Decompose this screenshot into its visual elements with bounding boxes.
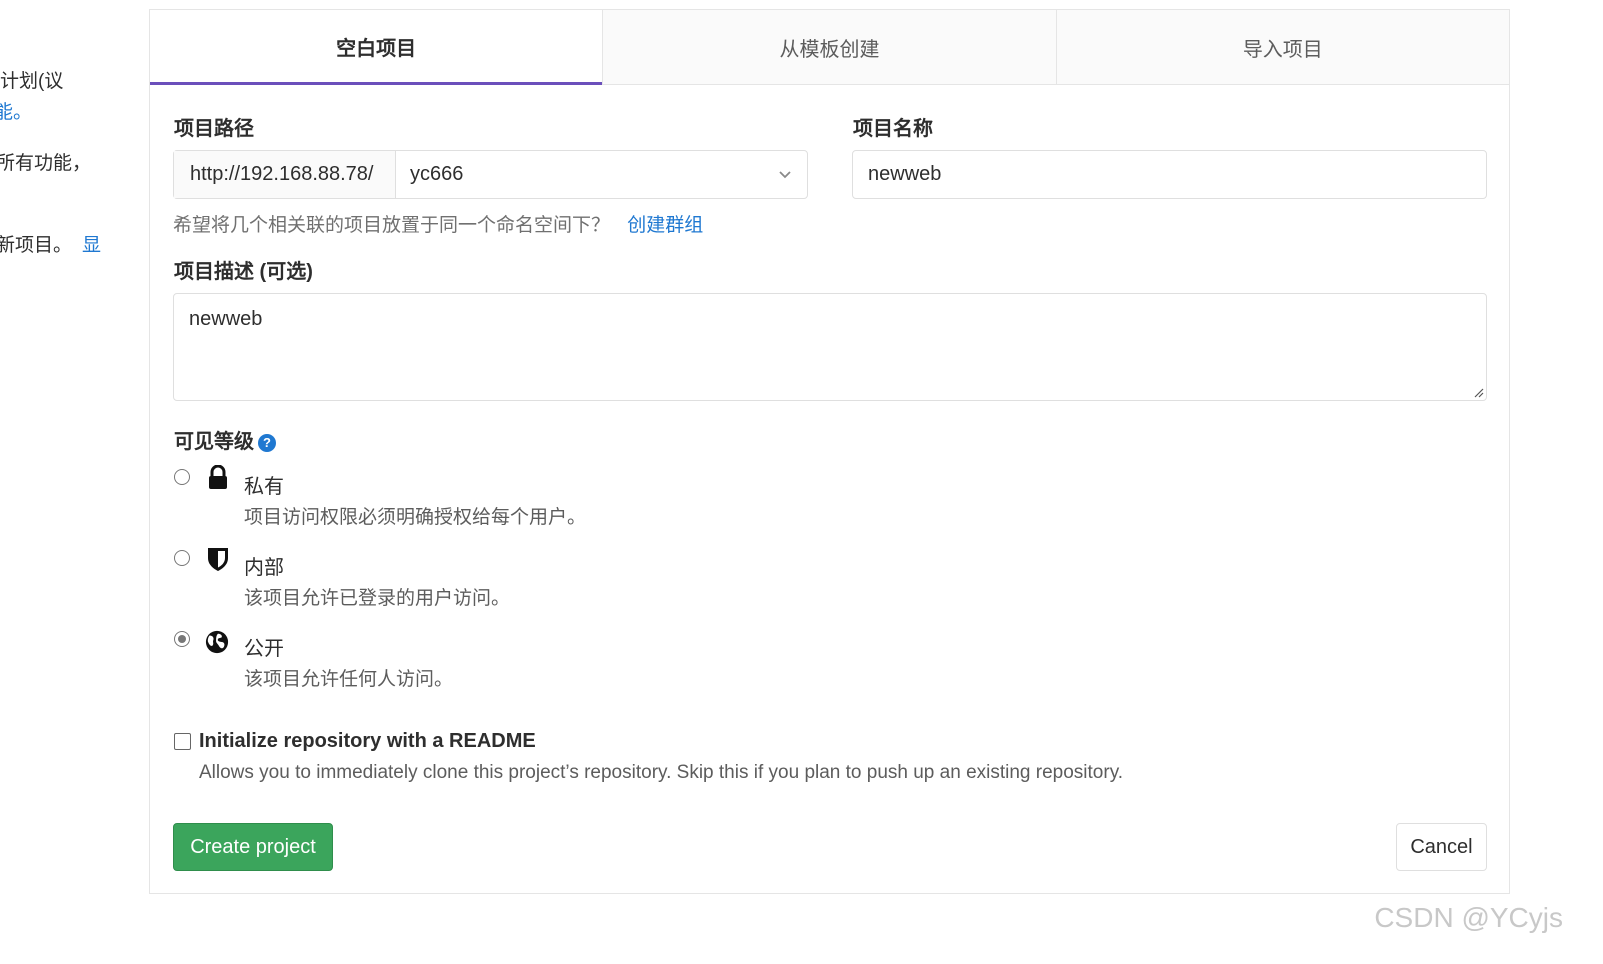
create-group-link[interactable]: 创建群组: [627, 215, 703, 236]
path-prefix: http://192.168.88.78/: [174, 151, 396, 198]
new-project-panel: 空白项目 从模板创建 导入项目 项目路径 项目名称 http://192.168…: [149, 9, 1510, 894]
globe-icon: [205, 630, 229, 654]
sidebar-text-1: 计划(议: [0, 71, 64, 92]
create-project-button[interactable]: Create project: [173, 823, 333, 871]
project-description-textarea[interactable]: newweb: [173, 293, 1487, 401]
visibility-public-desc: 该项目允许任何人访问。: [244, 669, 454, 690]
resize-handle-icon[interactable]: [1472, 386, 1484, 398]
visibility-public-radio[interactable]: [174, 631, 190, 647]
shield-icon: [208, 548, 228, 571]
visibility-public-title: 公开: [244, 638, 284, 660]
lock-icon: [209, 465, 227, 489]
visibility-private-radio[interactable]: [174, 469, 190, 485]
sidebar-text-4: 新项目。: [0, 235, 73, 256]
readme-checkbox[interactable]: [174, 733, 191, 750]
visibility-internal-desc: 该项目允许已登录的用户访问。: [244, 588, 511, 609]
visibility-private-title: 私有: [244, 476, 284, 498]
project-name-label: 项目名称: [853, 118, 933, 140]
visibility-internal-radio[interactable]: [174, 550, 190, 566]
group-help-label: 希望将几个相关联的项目放置于同一个命名空间下？: [173, 215, 611, 236]
project-name-value: newweb: [868, 163, 942, 185]
readme-label[interactable]: Initialize repository with a README: [199, 730, 536, 753]
project-description-value: newweb: [189, 308, 263, 330]
tab-blank-project[interactable]: 空白项目: [150, 10, 603, 85]
namespace-select[interactable]: yc666: [396, 151, 807, 198]
project-tabs: 空白项目 从模板创建 导入项目: [150, 10, 1509, 85]
project-name-input[interactable]: newweb: [852, 150, 1487, 199]
sidebar-text-2: 能。: [0, 102, 33, 123]
watermark: CSDN @YCyjs: [1374, 902, 1563, 933]
namespace-value: yc666: [410, 163, 464, 185]
project-path-label: 项目路径: [174, 118, 254, 140]
help-question-icon[interactable]: ?: [258, 434, 276, 452]
visibility-label-text: 可见等级: [174, 431, 254, 453]
visibility-private-desc: 项目访问权限必须明确授权给每个用户。: [244, 507, 587, 528]
sidebar-text-3: 所有功能，: [0, 153, 92, 174]
project-path-group: http://192.168.88.78/ yc666: [173, 150, 808, 199]
chevron-down-icon: [779, 171, 791, 179]
project-description-label: 项目描述 (可选): [174, 261, 313, 283]
tab-from-template[interactable]: 从模板创建: [602, 10, 1056, 85]
visibility-internal-title: 内部: [244, 557, 284, 579]
sidebar-show-link[interactable]: 显: [82, 230, 101, 257]
visibility-label: 可见等级?: [174, 425, 276, 454]
tab-import-project[interactable]: 导入项目: [1055, 10, 1509, 85]
group-help-text: 希望将几个相关联的项目放置于同一个命名空间下？ 创建群组: [173, 210, 703, 237]
readme-description: Allows you to immediately clone this pro…: [199, 762, 1124, 783]
cancel-button[interactable]: Cancel: [1396, 823, 1487, 871]
